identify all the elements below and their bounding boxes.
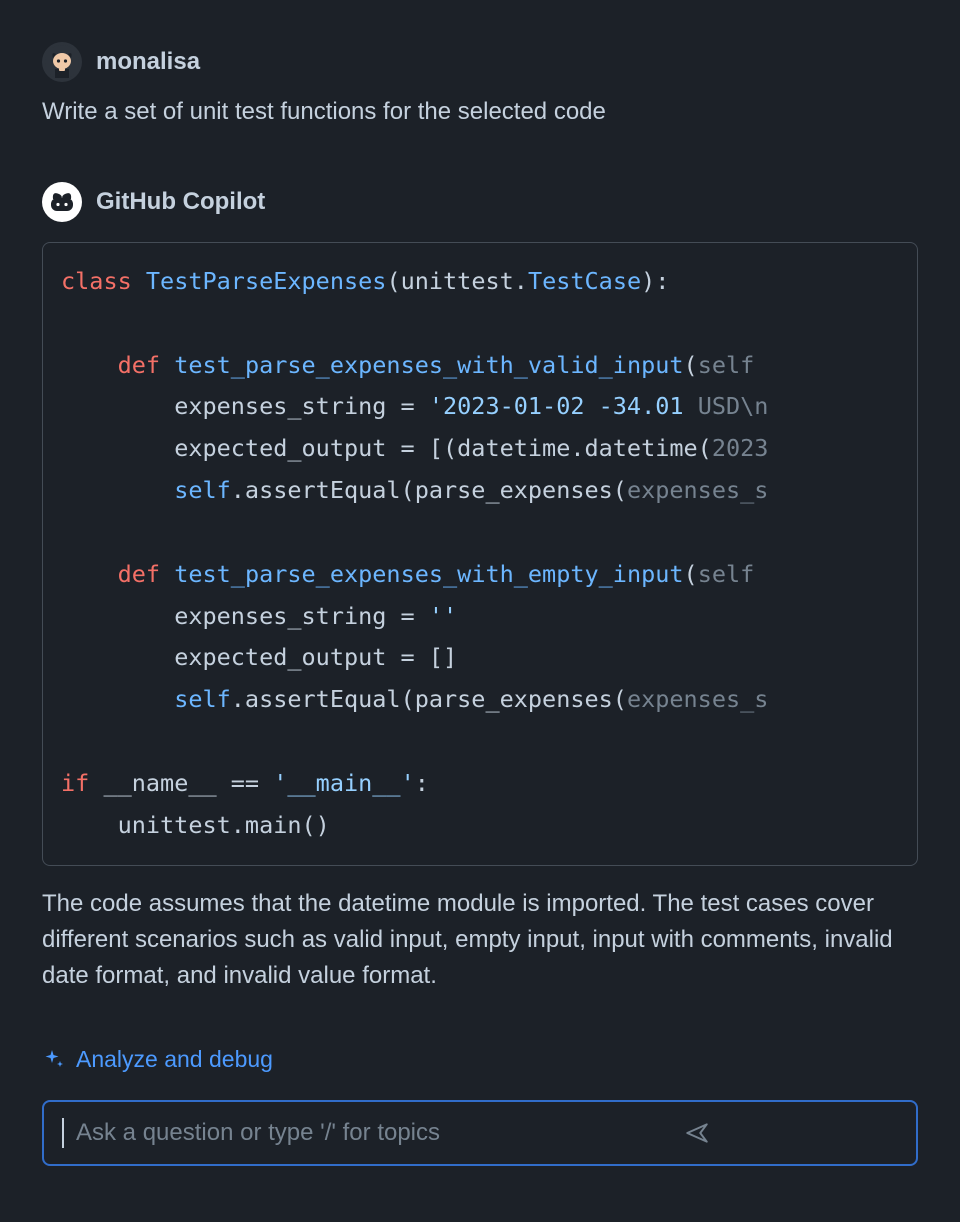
- user-message-header: monalisa: [42, 42, 918, 82]
- assistant-name: GitHub Copilot: [96, 184, 265, 220]
- sparkle-icon: [42, 1047, 66, 1071]
- user-message-text: Write a set of unit test functions for t…: [42, 94, 918, 130]
- analyze-debug-action[interactable]: Analyze and debug: [42, 1042, 918, 1077]
- copilot-avatar: [42, 182, 82, 222]
- text-cursor: [62, 1118, 64, 1148]
- assistant-explanation: The code assumes that the datetime modul…: [42, 886, 918, 994]
- send-icon[interactable]: [684, 1120, 710, 1146]
- analyze-debug-label: Analyze and debug: [76, 1042, 273, 1077]
- code-block: class TestParseExpenses(unittest.TestCas…: [42, 242, 918, 866]
- code-content: class TestParseExpenses(unittest.TestCas…: [61, 261, 917, 847]
- user-name: monalisa: [96, 44, 200, 80]
- assistant-message-header: GitHub Copilot: [42, 182, 918, 222]
- chat-input[interactable]: [76, 1119, 666, 1147]
- octocat-avatar-icon: [45, 45, 79, 79]
- copilot-icon: [47, 187, 77, 217]
- chat-input-container[interactable]: [42, 1100, 918, 1166]
- user-avatar: [42, 42, 82, 82]
